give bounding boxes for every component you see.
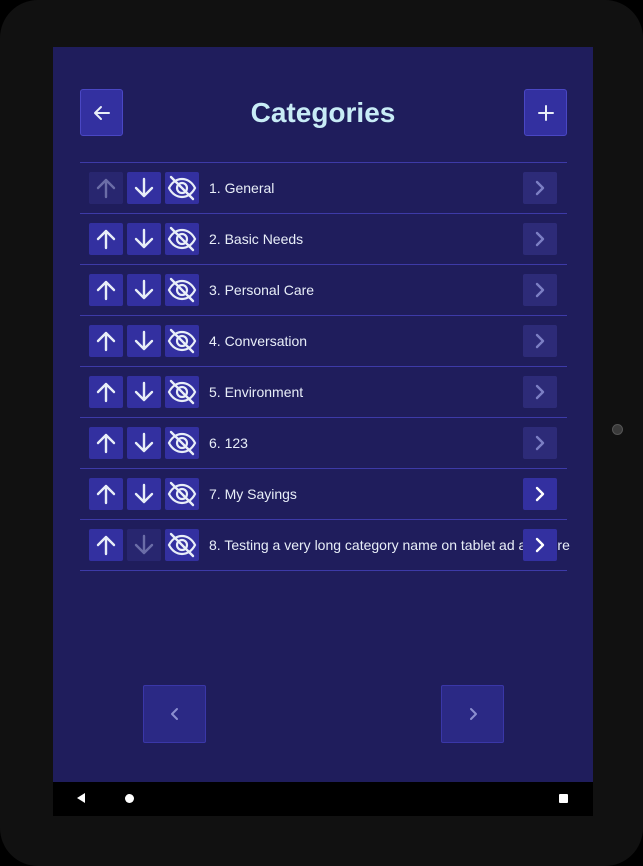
category-row: 2. Basic Needs <box>80 213 567 264</box>
hide-category-button[interactable] <box>165 376 199 408</box>
category-label: 2. Basic Needs <box>209 230 304 247</box>
hide-category-button[interactable] <box>165 223 199 255</box>
eye-off-icon <box>166 379 198 405</box>
open-category-button[interactable] <box>523 325 557 357</box>
arrow-down-icon <box>132 278 156 302</box>
category-label: 7. My Sayings <box>209 485 297 502</box>
category-label: 4. Conversation <box>209 332 308 349</box>
chevron-right-icon <box>533 282 547 298</box>
arrow-down-icon <box>132 329 156 353</box>
arrow-down-icon <box>132 533 156 557</box>
arrow-up-icon <box>94 380 118 404</box>
eye-off-icon <box>166 277 198 303</box>
move-down-button[interactable] <box>127 376 161 408</box>
open-category-button[interactable] <box>523 427 557 459</box>
plus-icon <box>537 104 555 122</box>
move-up-button[interactable] <box>89 325 123 357</box>
open-category-button[interactable] <box>523 376 557 408</box>
arrow-up-icon <box>94 227 118 251</box>
chevron-left-icon <box>168 707 182 721</box>
eye-off-icon <box>166 175 198 201</box>
open-category-button[interactable] <box>523 172 557 204</box>
arrow-up-icon <box>94 431 118 455</box>
category-list: 1. General 2. Basic Needs 3. Personal Care… <box>80 162 570 571</box>
chevron-right-icon <box>533 384 547 400</box>
tablet-frame: Categories 1. General 2. Basic Needs 3. Pe… <box>0 0 643 866</box>
open-category-button[interactable] <box>523 223 557 255</box>
page-title: Categories <box>250 97 396 128</box>
category-row: 7. My Sayings <box>80 468 567 519</box>
open-category-button[interactable] <box>523 274 557 306</box>
hide-category-button[interactable] <box>165 478 199 510</box>
arrow-up-icon <box>94 176 118 200</box>
add-category-button[interactable] <box>524 89 567 136</box>
move-down-button[interactable] <box>127 325 161 357</box>
move-down-button[interactable] <box>127 529 161 561</box>
chevron-right-icon <box>466 707 480 721</box>
category-label: 8. Testing a very long category name on … <box>209 536 570 553</box>
camera-dot <box>612 424 623 435</box>
move-up-button[interactable] <box>89 427 123 459</box>
category-row: 4. Conversation <box>80 315 567 366</box>
app-screen: Categories 1. General 2. Basic Needs 3. Pe… <box>53 47 593 782</box>
hide-category-button[interactable] <box>165 427 199 459</box>
move-up-button[interactable] <box>89 223 123 255</box>
move-up-button[interactable] <box>89 172 123 204</box>
eye-off-icon <box>166 226 198 252</box>
arrow-up-icon <box>94 329 118 353</box>
prev-page-button[interactable] <box>143 685 206 743</box>
eye-off-icon <box>166 328 198 354</box>
arrow-up-icon <box>94 482 118 506</box>
move-down-button[interactable] <box>127 274 161 306</box>
category-label: 5. Environment <box>209 383 304 400</box>
move-up-button[interactable] <box>89 376 123 408</box>
hide-category-button[interactable] <box>165 274 199 306</box>
arrow-down-icon <box>132 227 156 251</box>
category-label: 1. General <box>209 179 275 196</box>
hide-category-button[interactable] <box>165 529 199 561</box>
chevron-right-icon <box>533 486 547 502</box>
category-row: 8. Testing a very long category name on … <box>80 519 570 571</box>
eye-off-icon <box>166 430 198 456</box>
chevron-right-icon <box>533 231 547 247</box>
arrow-up-icon <box>94 278 118 302</box>
move-down-button[interactable] <box>127 427 161 459</box>
move-up-button[interactable] <box>89 478 123 510</box>
arrow-down-icon <box>132 482 156 506</box>
category-row: 5. Environment <box>80 366 567 417</box>
system-recents-icon[interactable] <box>559 794 568 803</box>
arrow-up-icon <box>94 533 118 557</box>
system-back-icon[interactable] <box>77 793 85 803</box>
category-label: 6. 123 <box>209 434 248 451</box>
move-down-button[interactable] <box>127 172 161 204</box>
category-row: 1. General <box>80 162 567 213</box>
system-nav-bar <box>53 782 593 816</box>
eye-off-icon <box>166 532 198 558</box>
next-page-button[interactable] <box>441 685 504 743</box>
category-row: 6. 123 <box>80 417 567 468</box>
arrow-down-icon <box>132 380 156 404</box>
chevron-right-icon <box>533 537 547 553</box>
system-home-icon[interactable] <box>125 794 134 803</box>
open-category-button[interactable] <box>523 529 557 561</box>
category-label: 3. Personal Care <box>209 281 315 298</box>
open-category-button[interactable] <box>523 478 557 510</box>
move-down-button[interactable] <box>127 223 161 255</box>
move-down-button[interactable] <box>127 478 161 510</box>
chevron-right-icon <box>533 180 547 196</box>
arrow-down-icon <box>132 431 156 455</box>
category-row: 3. Personal Care <box>80 264 567 315</box>
move-up-button[interactable] <box>89 529 123 561</box>
chevron-right-icon <box>533 435 547 451</box>
arrow-down-icon <box>132 176 156 200</box>
hide-category-button[interactable] <box>165 172 199 204</box>
chevron-right-icon <box>533 333 547 349</box>
move-up-button[interactable] <box>89 274 123 306</box>
hide-category-button[interactable] <box>165 325 199 357</box>
eye-off-icon <box>166 481 198 507</box>
